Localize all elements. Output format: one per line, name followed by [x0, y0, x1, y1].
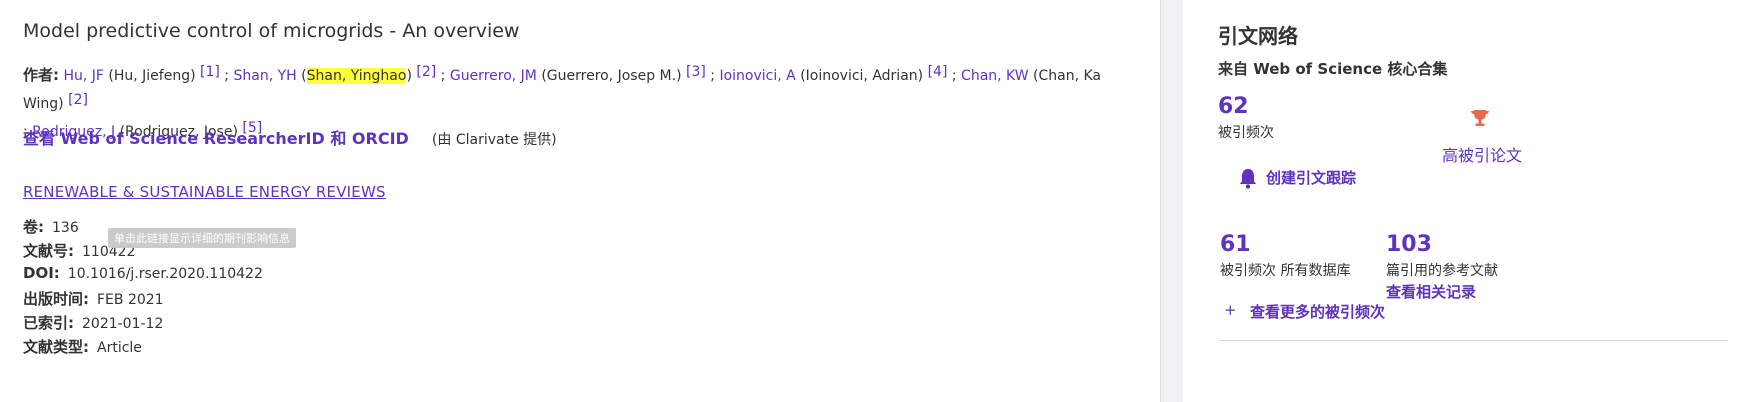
- plus-icon: +: [1224, 301, 1237, 319]
- author-link-chan[interactable]: Chan, KW: [961, 68, 1029, 84]
- author-link-shan[interactable]: Shan, YH: [233, 68, 296, 84]
- researcher-id-link[interactable]: 查看 Web of Science ResearcherID 和 ORCID: [23, 129, 409, 148]
- meta-volume: 卷: 136: [23, 218, 79, 236]
- record-title: Model predictive control of microgrids -…: [23, 20, 520, 42]
- times-cited-label: 被引频次: [1218, 125, 1274, 141]
- panel-divider: [1160, 0, 1183, 402]
- section-divider: [1218, 340, 1728, 341]
- author-fullname: (Ioinovici, Adrian): [800, 68, 924, 84]
- journal-tooltip: 单击此链接显示详细的期刊影响信息: [108, 228, 296, 248]
- meta-doc-type: 文献类型: Article: [23, 338, 142, 356]
- author-ref[interactable]: [2]: [68, 92, 88, 108]
- author-fullname-pre: (: [301, 68, 307, 84]
- citation-network-subtitle: 来自 Web of Science 核心合集: [1218, 60, 1448, 78]
- view-more-citation-counts-link[interactable]: 查看更多的被引频次: [1250, 301, 1385, 322]
- provided-by-text: (由 Clarivate 提供): [431, 132, 557, 148]
- author-fullname-post: ): [406, 68, 412, 84]
- author-link-guerrero[interactable]: Guerrero, JM: [450, 68, 537, 84]
- author-fullname: (Hu, Jiefeng): [108, 68, 196, 84]
- author-ref[interactable]: [3]: [686, 64, 706, 80]
- author-ref[interactable]: [4]: [928, 64, 948, 80]
- citation-network-title: 引文网络: [1218, 24, 1298, 48]
- trophy-icon: [1468, 107, 1492, 135]
- author-ref[interactable]: [1]: [200, 64, 220, 80]
- all-databases-count[interactable]: 61: [1220, 232, 1251, 257]
- researcher-id-row: 查看 Web of Science ResearcherID 和 ORCID (…: [23, 125, 557, 149]
- author-link-hu[interactable]: Hu, JF: [63, 68, 103, 84]
- citation-network-panel: 引文网络 来自 Web of Science 核心合集 62 被引频次 高被引论…: [1182, 0, 1756, 402]
- meta-indexed: 已索引: 2021-01-12: [23, 314, 164, 332]
- cited-references-label: 篇引用的参考文献: [1386, 263, 1498, 279]
- author-fullname: (Guerrero, Josep M.): [541, 68, 682, 84]
- view-related-records-link[interactable]: 查看相关记录: [1386, 281, 1476, 302]
- author-fullname-highlighted: Shan, Yinghao: [306, 68, 407, 84]
- meta-doi: DOI: 10.1016/j.rser.2020.110422: [23, 264, 263, 282]
- create-citation-alert-button[interactable]: 创建引文跟踪: [1266, 167, 1356, 188]
- author-link-ioinovici[interactable]: Ioinovici, A: [719, 68, 795, 84]
- times-cited-count[interactable]: 62: [1218, 94, 1249, 119]
- bell-icon: [1238, 168, 1258, 194]
- highly-cited-paper-label[interactable]: 高被引论文: [1442, 142, 1522, 166]
- cited-references-count[interactable]: 103: [1386, 232, 1432, 257]
- record-main: Model predictive control of microgrids -…: [0, 0, 1160, 402]
- journal-link[interactable]: RENEWABLE & SUSTAINABLE ENERGY REVIEWS: [23, 183, 386, 201]
- authors-label: 作者:: [23, 66, 59, 84]
- all-databases-label: 被引频次 所有数据库: [1220, 263, 1351, 279]
- author-ref[interactable]: [2]: [416, 64, 436, 80]
- meta-published: 出版时间: FEB 2021: [23, 290, 164, 308]
